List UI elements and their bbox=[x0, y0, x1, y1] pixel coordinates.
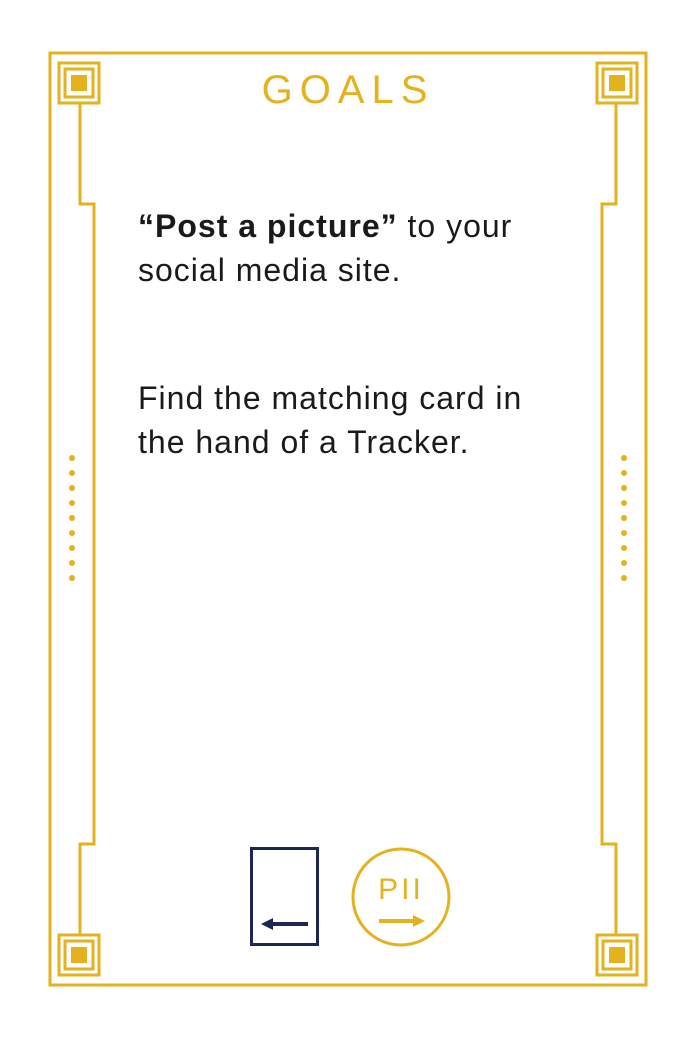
corner-ornament-bottom-left bbox=[57, 933, 101, 977]
dotted-ornament-right bbox=[621, 455, 627, 581]
corner-ornament-bottom-right bbox=[595, 933, 639, 977]
card-arrow-left-icon bbox=[250, 847, 319, 946]
card-title: GOALS bbox=[261, 68, 435, 112]
dotted-ornament-left bbox=[69, 455, 75, 581]
instruction-text: Find the matching card in the hand of a … bbox=[138, 380, 523, 460]
goal-bold-phrase: “Post a picture” bbox=[138, 208, 398, 244]
pii-label: PII bbox=[378, 873, 424, 906]
card-frame bbox=[48, 51, 648, 987]
pii-badge: PII bbox=[351, 847, 451, 947]
goal-text: “Post a picture” to your social media si… bbox=[138, 204, 578, 292]
